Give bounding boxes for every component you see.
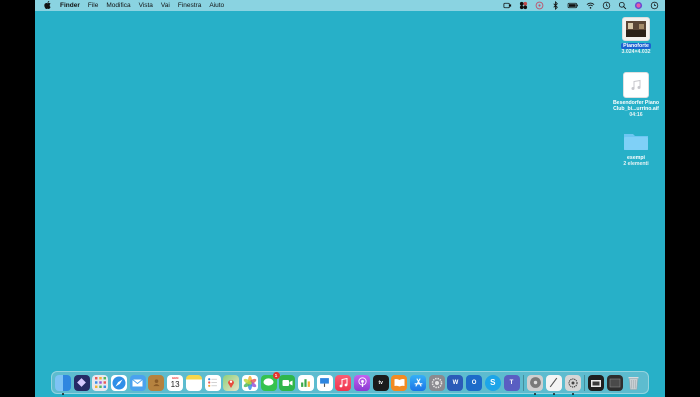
folder-icon: [623, 130, 649, 152]
bluetooth-icon[interactable]: [551, 1, 560, 10]
dock-calendar-icon[interactable]: GEN 13: [167, 374, 184, 391]
dock-maps-icon[interactable]: [223, 374, 240, 391]
wifi-icon[interactable]: [586, 1, 595, 10]
dock-outlook-icon[interactable]: O: [466, 374, 483, 391]
desktop-folder-info: 2 elementi: [623, 161, 649, 168]
dock-podcasts-icon[interactable]: [354, 374, 370, 391]
dock: GEN 13 1 tv W O S T: [51, 371, 649, 395]
running-indicator: [571, 392, 574, 395]
dock-finder-icon[interactable]: [55, 374, 71, 395]
dock-system-information-icon[interactable]: [564, 374, 581, 395]
dock-skype-icon[interactable]: S: [484, 374, 501, 391]
dock-launchpad-icon[interactable]: [92, 374, 109, 391]
status-area: [503, 0, 659, 11]
desktop-folder-esempi[interactable]: esempi 2 elementi: [606, 130, 665, 167]
menu-window[interactable]: Finestra: [178, 2, 201, 9]
menu-edit[interactable]: Modifica: [106, 2, 130, 9]
dock-apple-tv-icon[interactable]: tv: [372, 374, 389, 391]
running-indicator: [62, 392, 64, 395]
dock-contacts-icon[interactable]: [148, 374, 165, 391]
dock-separator: [523, 374, 525, 391]
dock-keynote-icon[interactable]: [316, 374, 333, 391]
screen-record-icon[interactable]: [503, 1, 512, 10]
dock-system-preferences-icon[interactable]: [428, 374, 445, 391]
photo-thumbnail-icon: [622, 17, 650, 41]
dock-separator: [584, 374, 586, 391]
menu-view[interactable]: Vista: [139, 2, 153, 9]
dock-screenshots-stack-icon[interactable]: [606, 374, 623, 391]
dock-notes-icon[interactable]: [185, 374, 202, 391]
menu-help[interactable]: Aiuto: [209, 2, 224, 9]
time-machine-icon[interactable]: [602, 1, 611, 10]
running-indicator: [534, 392, 537, 395]
menu-app-name[interactable]: Finder: [60, 2, 80, 9]
dock-trash-icon[interactable]: [626, 375, 642, 391]
desktop-file-name: Besendorfer Piano Club_bi...urrino.aif: [612, 100, 660, 113]
calendar-day: 13: [170, 379, 180, 389]
audio-file-icon: [623, 72, 649, 98]
dock-siri-icon[interactable]: [73, 374, 90, 391]
apple-menu-icon[interactable]: [44, 0, 51, 11]
running-indicator: [552, 392, 555, 395]
dock-books-icon[interactable]: [391, 374, 408, 391]
battery-icon[interactable]: [567, 1, 579, 10]
dock-music-icon[interactable]: [335, 374, 352, 391]
menu-file[interactable]: File: [88, 2, 98, 9]
dock-app-store-icon[interactable]: [410, 374, 427, 391]
dock-disk-utility-icon[interactable]: [527, 374, 544, 395]
dock-messages-icon[interactable]: 1: [260, 371, 280, 391]
desktop-file-info: 04:16: [629, 112, 643, 119]
focus-icon[interactable]: [535, 1, 544, 10]
dock-numbers-icon[interactable]: [297, 374, 314, 391]
desktop-file-info: 3.024×4.032: [621, 49, 651, 56]
clock-icon[interactable]: [650, 1, 659, 10]
siri-icon[interactable]: [634, 1, 643, 10]
desktop-screen: Finder File Modifica Vista Vai Finestra …: [35, 0, 665, 397]
dock-downloads-stack-icon[interactable]: [588, 374, 605, 391]
dock-word-icon[interactable]: W: [447, 374, 464, 391]
spotlight-search-icon[interactable]: [618, 1, 627, 10]
dock-safari-icon[interactable]: [111, 374, 128, 391]
dock-reminders-icon[interactable]: [204, 374, 221, 391]
dock-teams-icon[interactable]: T: [503, 374, 520, 391]
dock-textedit-icon[interactable]: [545, 374, 562, 395]
menu-bar: Finder File Modifica Vista Vai Finestra …: [35, 0, 665, 11]
dock-facetime-icon[interactable]: [279, 374, 296, 391]
desktop-file-audio[interactable]: Besendorfer Piano Club_bi...urrino.aif 0…: [606, 72, 665, 119]
control-center-icon[interactable]: [519, 1, 528, 10]
desktop-file-pianoforte[interactable]: Pianoforte 3.024×4.032: [606, 17, 665, 55]
dock-mail-icon[interactable]: [129, 374, 146, 391]
menu-go[interactable]: Vai: [161, 2, 170, 9]
dock-photos-icon[interactable]: [241, 374, 258, 391]
